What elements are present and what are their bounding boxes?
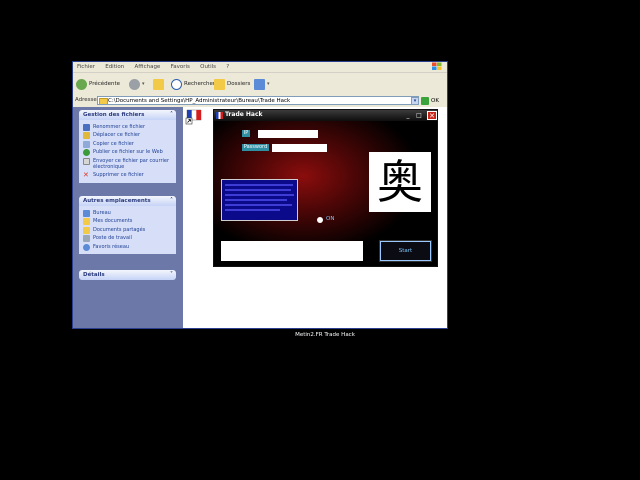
file-tasks-panel: Gestion des fichiers ˄ Renommer ce fichi… [79,110,176,183]
french-flag-file-icon[interactable] [185,109,203,125]
folder-icon [83,226,90,234]
folders-icon [214,78,225,90]
task-delete[interactable]: ✕ Supprimer ce fichier [83,172,172,179]
folders-button[interactable]: Dossiers [214,77,250,91]
task-pane: Gestion des fichiers ˄ Renommer ce fichi… [73,107,183,328]
back-button[interactable]: Précédente [76,77,120,91]
rename-icon [83,123,90,131]
task-rename[interactable]: Renommer ce fichier [83,123,172,131]
address-bar: Adresse C:\Documents and Settings\HP_Adm… [73,95,447,107]
expand-icon[interactable]: ˅ [170,270,173,280]
desktop-icon-label[interactable]: Metin2.FR Trade Hack [292,332,358,339]
tradehack-title: Trade Hack [225,111,263,118]
go-arrow-icon [421,97,429,105]
address-label: Adresse [75,97,97,103]
menu-item-favoris[interactable]: Favoris [167,63,194,71]
back-label: Précédente [89,81,121,87]
search-button[interactable]: Rechercher [171,77,215,91]
minimize-button[interactable]: _ [404,112,412,119]
toolbar: Précédente ▾ Rechercher Dossiers ▾ [73,73,447,96]
back-arrow-icon [76,78,87,90]
details-panel: Détails ˅ [79,270,176,280]
delete-x-icon: ✕ [83,171,89,179]
up-folder-icon [153,78,164,90]
flag-icon [216,112,223,119]
folder-icon [99,98,108,104]
logo-character: 奥 [377,155,423,209]
tradehack-body: IP Password 奥 ON Start [214,121,437,266]
file-tasks-header[interactable]: Gestion des fichiers ˄ [79,110,176,120]
task-publish-web[interactable]: Publier ce fichier sur le Web [83,149,172,156]
place-shared-documents[interactable]: Documents partagés [83,226,172,234]
computer-icon [83,235,90,242]
menu-item-fichier[interactable]: Fichier [73,63,99,71]
close-button[interactable]: ✕ [427,111,437,120]
go-button[interactable]: OK [421,96,445,106]
collapse-icon[interactable]: ˄ [170,196,173,206]
forward-button[interactable]: ▾ [129,77,145,91]
maximize-button[interactable]: □ [415,112,423,119]
password-input[interactable] [272,144,327,152]
place-my-computer[interactable]: Poste de travail [83,235,172,242]
globe-icon [83,149,90,156]
menu-item-help[interactable]: ? [222,63,233,71]
menu-item-edition[interactable]: Edition [101,63,128,71]
menu-bar: Fichier Edition Affichage Favoris Outils… [73,62,447,73]
ip-label: IP [242,130,250,137]
on-radio-button[interactable] [317,217,323,223]
output-textbox[interactable] [221,241,363,261]
forward-arrow-icon [129,78,140,90]
folders-label: Dossiers [227,81,251,87]
other-places-panel: Autres emplacements ˄ Bureau Mes documen… [79,196,176,254]
place-my-documents[interactable]: Mes documents [83,218,172,225]
details-header[interactable]: Détails ˅ [79,270,176,280]
task-copy[interactable]: Copier ce fichier [83,140,172,148]
menu-item-outils[interactable]: Outils [196,63,220,71]
address-field[interactable]: C:\Documents and Settings\HP_Administrat… [97,96,419,105]
password-label: Password [242,144,269,151]
copy-icon [83,140,90,148]
desktop-icon [83,209,90,217]
place-network[interactable]: Favoris réseau [83,243,172,251]
views-button[interactable]: ▾ [254,77,270,91]
on-label: ON [326,216,335,222]
place-desktop[interactable]: Bureau [83,209,172,217]
task-email[interactable]: Envoyer ce fichier par courrier électron… [83,157,172,171]
start-button[interactable]: Start [379,240,432,262]
move-icon [83,132,90,139]
up-folder-button[interactable] [153,77,166,91]
windows-logo-icon [432,62,442,70]
collapse-icon[interactable]: ˄ [170,110,173,120]
info-textbox [221,179,298,221]
go-label: OK [431,98,439,104]
ip-input[interactable] [258,130,318,138]
task-move[interactable]: Déplacer ce fichier [83,132,172,139]
other-places-header[interactable]: Autres emplacements ˄ [79,196,176,206]
search-icon [171,78,182,90]
tradehack-window: Trade Hack _ □ ✕ IP Password 奥 ON Start [213,109,438,267]
search-label: Rechercher [184,81,216,87]
network-icon [83,243,90,251]
address-dropdown-button[interactable]: ▾ [411,97,419,105]
menu-item-affichage[interactable]: Affichage [130,63,164,71]
logo-image: 奥 [369,152,431,212]
views-icon [254,78,265,90]
address-value: C:\Documents and Settings\HP_Administrat… [108,98,291,104]
folder-icon [83,218,90,225]
tradehack-titlebar[interactable]: Trade Hack _ □ ✕ [214,110,437,121]
email-icon [83,157,90,165]
